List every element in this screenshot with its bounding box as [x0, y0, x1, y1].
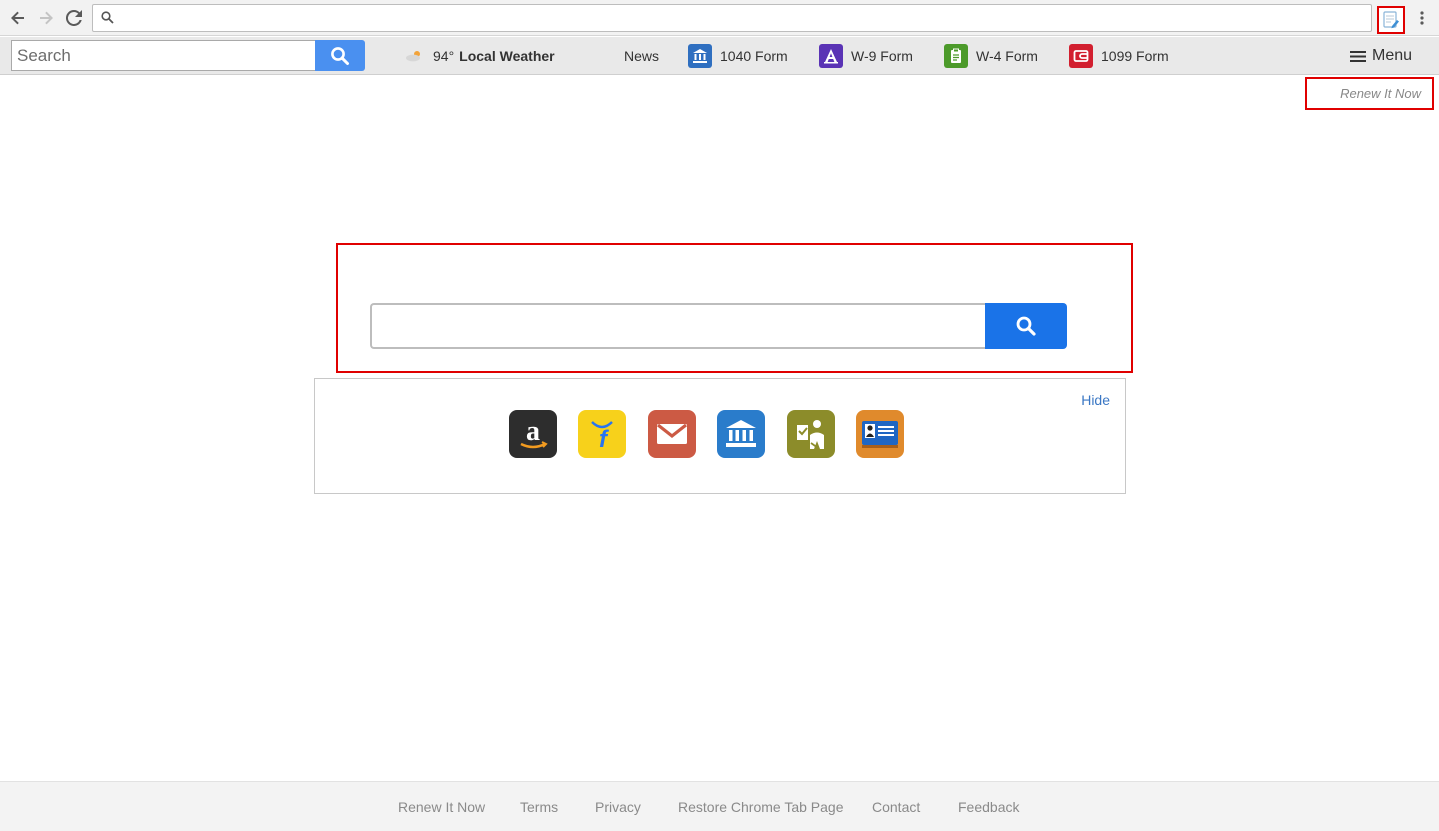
shortcuts-panel: Hide a f: [314, 378, 1126, 494]
weather-link[interactable]: 94° Local Weather: [405, 37, 555, 75]
toolbar-link-1099-form[interactable]: 1099 Form: [1069, 37, 1169, 75]
address-bar[interactable]: [92, 4, 1372, 32]
toolbar-link-label: 1040 Form: [720, 48, 788, 64]
toolbar-link-label: 1099 Form: [1101, 48, 1169, 64]
toolbar-search-button[interactable]: [315, 40, 365, 71]
back-arrow-icon[interactable]: [7, 7, 29, 29]
id-card-icon[interactable]: [856, 410, 904, 458]
search-icon: [331, 46, 349, 65]
page-footer: Renew It Now Terms Privacy Restore Chrom…: [0, 781, 1439, 831]
search-icon: [1016, 316, 1036, 336]
menu-label: Menu: [1372, 47, 1413, 64]
extension-toolbar: 94° Local Weather News 1040 Form W-9 For…: [0, 37, 1439, 75]
toolbar-link-label: W-9 Form: [851, 48, 913, 64]
footer-link-renew[interactable]: Renew It Now: [398, 799, 485, 815]
toolbar-link-w4-form[interactable]: W-4 Form: [944, 37, 1038, 75]
toolbar-link-label: W-4 Form: [976, 48, 1038, 64]
amazon-icon[interactable]: a: [509, 410, 557, 458]
toolbar-link-1040-form[interactable]: 1040 Form: [688, 37, 788, 75]
browser-toolbar: [0, 0, 1439, 36]
main-search-button[interactable]: [985, 303, 1067, 349]
renew-label: Renew It Now: [1340, 86, 1421, 101]
footer-link-privacy[interactable]: Privacy: [595, 799, 641, 815]
forward-arrow-icon[interactable]: [35, 7, 57, 29]
weather-label: Local Weather: [459, 48, 555, 64]
toolbar-search-input[interactable]: [11, 40, 316, 71]
toolbar-link-w9-form[interactable]: W-9 Form: [819, 37, 913, 75]
footer-link-feedback[interactable]: Feedback: [958, 799, 1019, 815]
toolbar-menu-button[interactable]: Menu: [1350, 37, 1412, 75]
news-link[interactable]: News: [624, 37, 659, 75]
bank-icon: [688, 44, 712, 68]
svg-text:f: f: [599, 426, 609, 452]
wallet-icon: [1069, 44, 1093, 68]
more-vert-icon[interactable]: [1414, 8, 1430, 28]
clipboard-icon: [944, 44, 968, 68]
renew-it-now-link[interactable]: Renew It Now: [1305, 77, 1434, 110]
bank-icon[interactable]: [717, 410, 765, 458]
main-search-input[interactable]: [370, 303, 987, 349]
reload-icon[interactable]: [63, 7, 85, 29]
weather-cloud-icon: [405, 49, 423, 63]
flipkart-icon[interactable]: f: [578, 410, 626, 458]
footer-link-restore-tab[interactable]: Restore Chrome Tab Page: [678, 799, 844, 815]
footer-link-terms[interactable]: Terms: [520, 799, 558, 815]
immigration-officer-icon[interactable]: [787, 410, 835, 458]
search-icon: [101, 11, 114, 29]
svg-text:a: a: [526, 416, 540, 447]
hide-link[interactable]: Hide: [1081, 392, 1110, 408]
news-label: News: [624, 48, 660, 64]
extension-icon[interactable]: [1377, 6, 1405, 34]
mail-icon[interactable]: [648, 410, 696, 458]
weather-temp: 94°: [433, 48, 455, 64]
hamburger-icon: [1350, 50, 1366, 63]
footer-link-contact[interactable]: Contact: [872, 799, 920, 815]
letter-a-icon: [819, 44, 843, 68]
